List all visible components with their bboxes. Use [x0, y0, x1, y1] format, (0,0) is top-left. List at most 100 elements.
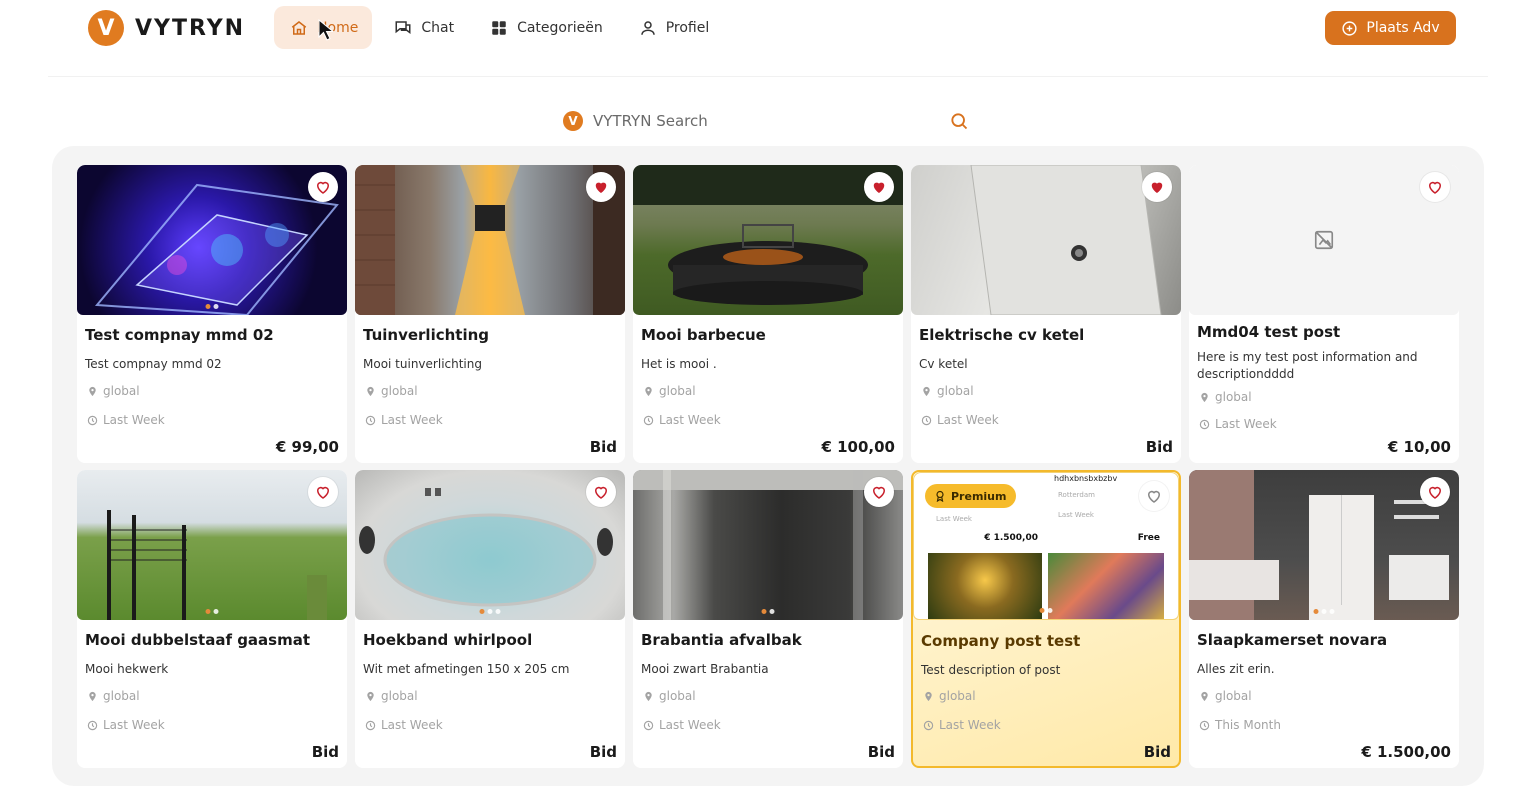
- image-carousel-dots[interactable]: [205, 609, 219, 614]
- listing-card[interactable]: Mmd04 test post Here is my test post inf…: [1189, 165, 1459, 463]
- listing-location-text: global: [1215, 390, 1252, 404]
- search-icon[interactable]: [949, 111, 969, 131]
- image-carousel-dots[interactable]: [1313, 609, 1335, 614]
- chat-icon: [395, 20, 411, 34]
- location-pin-icon: [89, 691, 96, 701]
- user-icon: [640, 20, 655, 35]
- logo-text: VYTRYN: [135, 15, 246, 41]
- listing-card[interactable]: Mooi dubbelstaaf gaasmat Mooi hekwerk gl…: [77, 470, 347, 768]
- favorite-button[interactable]: [586, 477, 616, 507]
- image-carousel-dots[interactable]: [1039, 608, 1053, 613]
- listing-time: Last Week: [921, 413, 999, 427]
- listing-image[interactable]: [355, 165, 625, 315]
- listing-time: Last Week: [87, 718, 165, 732]
- listing-image[interactable]: [77, 470, 347, 620]
- listing-location-text: global: [659, 384, 696, 398]
- location-pin-icon: [367, 691, 374, 701]
- nav-item-categories[interactable]: Categorieën: [474, 6, 617, 49]
- listing-image-placeholder[interactable]: [1189, 165, 1459, 315]
- preview-location: Rotterdam: [1058, 491, 1095, 499]
- image-carousel-dots[interactable]: [479, 609, 501, 614]
- listing-time: Last Week: [365, 718, 443, 732]
- listing-image[interactable]: [633, 165, 903, 315]
- listing-card[interactable]: Mooi barbecue Het is mooi . global Last …: [633, 165, 903, 463]
- listing-image-art: [107, 510, 327, 620]
- listing-price: € 1.500,00: [1361, 743, 1451, 761]
- clock-icon: [87, 415, 98, 425]
- listing-title: Mooi barbecue: [641, 326, 766, 344]
- listing-card[interactable]: Brabantia afvalbak Mooi zwart Brabantia …: [633, 470, 903, 768]
- listing-card[interactable]: Slaapkamerset novara Alles zit erin. glo…: [1189, 470, 1459, 768]
- listing-title: Slaapkamerset novara: [1197, 631, 1388, 649]
- location-pin-icon: [367, 386, 374, 396]
- listing-price: Bid: [311, 743, 339, 761]
- post-ad-button[interactable]: Plaats Adv: [1325, 11, 1456, 45]
- listing-time-text: Last Week: [937, 413, 999, 427]
- listing-location: global: [921, 384, 974, 398]
- listing-location: global: [643, 689, 696, 703]
- listing-time-text: Last Week: [939, 718, 1001, 732]
- listing-title: Mmd04 test post: [1197, 323, 1341, 341]
- listing-card[interactable]: Hoekband whirlpool Wit met afmetingen 15…: [355, 470, 625, 768]
- image-carousel-dots[interactable]: [205, 304, 219, 309]
- listing-image[interactable]: [355, 470, 625, 620]
- listing-location-text: global: [103, 384, 140, 398]
- image-carousel-dots[interactable]: [761, 609, 775, 614]
- location-pin-icon: [925, 691, 932, 701]
- listing-location-text: global: [1215, 689, 1252, 703]
- listing-card[interactable]: Test compnay mmd 02 Test compnay mmd 02 …: [77, 165, 347, 463]
- listing-title: Company post test: [921, 632, 1081, 650]
- favorite-button[interactable]: [864, 172, 894, 202]
- listing-price: € 100,00: [821, 438, 895, 456]
- listing-image[interactable]: [1189, 470, 1459, 620]
- listing-description: Wit met afmetingen 150 x 205 cm: [363, 662, 570, 676]
- home-icon: [291, 20, 307, 35]
- listing-time-text: This Month: [1215, 718, 1281, 732]
- header-divider: [48, 76, 1488, 77]
- location-pin-icon: [89, 386, 96, 396]
- listing-image[interactable]: [77, 165, 347, 315]
- listing-price: Bid: [1145, 438, 1173, 456]
- listing-image-art: [970, 165, 1162, 315]
- favorite-button[interactable]: [1142, 172, 1172, 202]
- listing-location: global: [365, 384, 418, 398]
- heart-filled-icon: [595, 182, 607, 193]
- favorite-button[interactable]: [308, 477, 338, 507]
- favorite-button[interactable]: [586, 172, 616, 202]
- favorite-button[interactable]: [308, 172, 338, 202]
- preview-price-left: € 1.500,00: [984, 533, 1038, 543]
- heart-outline-icon: [594, 486, 608, 499]
- location-pin-icon: [1201, 392, 1208, 402]
- clock-icon: [365, 415, 376, 425]
- grid-icon: [492, 20, 506, 35]
- heart-outline-icon: [316, 181, 330, 194]
- listing-description: Mooi tuinverlichting: [363, 357, 482, 371]
- logo[interactable]: V VYTRYN: [88, 10, 245, 46]
- listing-image-art: [1189, 470, 1449, 620]
- listing-image-art: [633, 470, 903, 620]
- favorite-button[interactable]: [1139, 481, 1169, 511]
- nav-item-profile[interactable]: Profiel: [623, 6, 724, 49]
- listing-time: Last Week: [365, 413, 443, 427]
- heart-outline-icon: [316, 486, 330, 499]
- listing-image[interactable]: [911, 165, 1181, 315]
- premium-listing-card[interactable]: Last Week € 1.500,00 hdhxbnsbxbzbv Rotte…: [911, 470, 1181, 768]
- favorite-button[interactable]: [1420, 477, 1450, 507]
- listing-grid: Test compnay mmd 02 Test compnay mmd 02 …: [52, 146, 1484, 786]
- favorite-button[interactable]: [1420, 172, 1450, 202]
- heart-outline-icon: [1428, 181, 1442, 194]
- listing-location-text: global: [103, 689, 140, 703]
- favorite-button[interactable]: [864, 477, 894, 507]
- listing-location-text: global: [937, 384, 974, 398]
- listing-image[interactable]: [633, 470, 903, 620]
- preview-price-right: Free: [1137, 533, 1160, 543]
- preview-time: Last Week: [936, 515, 972, 523]
- search-input[interactable]: [593, 112, 933, 130]
- listing-price: Bid: [589, 743, 617, 761]
- listing-time-text: Last Week: [103, 413, 165, 427]
- listing-card[interactable]: Elektrische cv ketel Cv ketel global Las…: [911, 165, 1181, 463]
- listing-card[interactable]: Tuinverlichting Mooi tuinverlichting glo…: [355, 165, 625, 463]
- listing-location-text: global: [381, 384, 418, 398]
- nav-item-chat[interactable]: Chat: [378, 6, 468, 49]
- listing-title: Elektrische cv ketel: [919, 326, 1085, 344]
